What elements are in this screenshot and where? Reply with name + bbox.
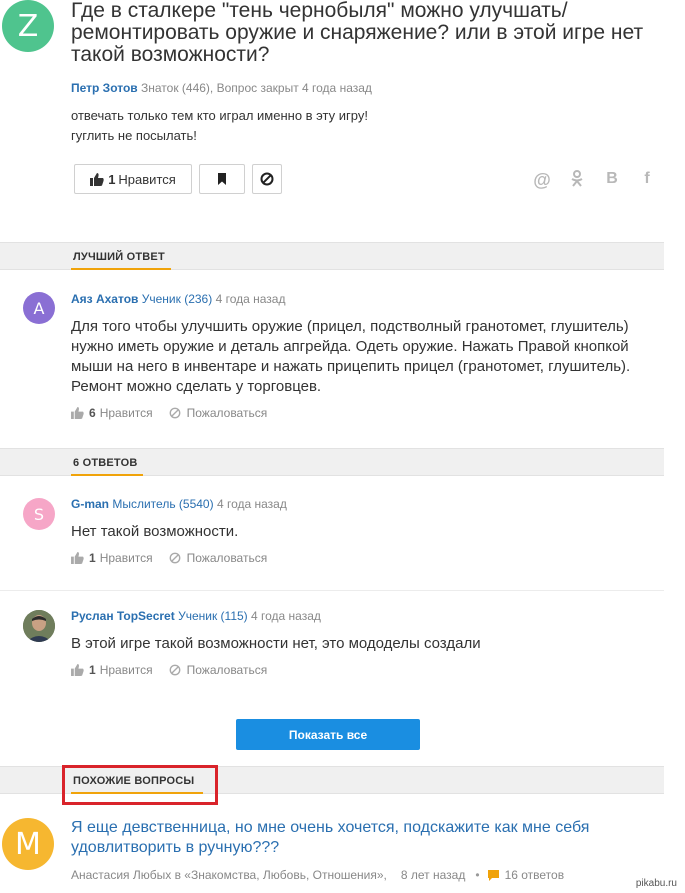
like-label: Нравится (99, 663, 153, 677)
block-icon (260, 172, 274, 186)
like-action[interactable]: 1 Нравится (71, 663, 153, 677)
similar-time: 8 лет назад (400, 868, 466, 882)
question-title: Где в сталкере "тень чернобыля" можно ул… (71, 0, 644, 66)
best-answer-text: Для того чтобы улучшить оружие (прицел, … (71, 318, 631, 395)
question-body-line: гуглить не посылать! (71, 128, 197, 143)
bookmark-icon (218, 173, 226, 185)
answers-count-label: 6 ОТВЕТОВ (73, 457, 138, 469)
answer-time: 4 года назад (251, 609, 321, 623)
answer-text: В этой игре такой возможности нет, это м… (71, 635, 481, 652)
avatar-letter: S (33, 504, 45, 524)
answer-divider (0, 590, 664, 591)
block-icon (169, 407, 181, 419)
similar-question-meta: Анастасия Любых в «Знакомства, Любовь, О… (71, 868, 564, 882)
answer-avatar[interactable]: S (23, 498, 55, 530)
thumbs-up-icon (71, 407, 84, 419)
answer-author-link[interactable]: Аяз Ахатов (71, 292, 138, 306)
like-button[interactable]: 1 Нравится (74, 164, 192, 194)
like-action[interactable]: 6 Нравится (71, 406, 153, 420)
bookmark-button[interactable] (199, 164, 245, 194)
question-body-line: отвечать только тем кто играл именно в э… (71, 108, 368, 123)
answer-meta: G-man Мыслитель (5540) 4 года назад (71, 497, 287, 511)
answer-author-link[interactable]: Руслан TopSecret (71, 609, 175, 623)
similar-question-link[interactable]: Я еще девственница, но мне очень хочется… (71, 818, 631, 858)
highlight-frame (62, 765, 218, 805)
question-author-link[interactable]: Петр Зотов (71, 81, 138, 95)
like-count: 1 (89, 663, 96, 677)
question-meta: Петр Зотов Знаток (446), Вопрос закрыт 4… (71, 81, 372, 95)
like-count: 1 (89, 551, 96, 565)
similar-author-category: Анастасия Любых в «Знакомства, Любовь, О… (71, 868, 387, 882)
share-vk-icon[interactable]: B (603, 170, 621, 188)
thumbs-up-icon (71, 664, 84, 676)
answer-author-link[interactable]: G-man (71, 497, 109, 511)
block-icon (169, 664, 181, 676)
section-underline (71, 474, 143, 476)
like-count: 6 (89, 406, 96, 420)
share-facebook-icon[interactable]: f (638, 170, 656, 188)
report-action[interactable]: Пожаловаться (169, 406, 268, 420)
question-avatar[interactable]: Z (2, 0, 54, 52)
thumbs-up-icon (71, 552, 84, 564)
comment-icon (487, 869, 499, 881)
report-label: Пожаловаться (186, 663, 268, 677)
answer-text: Нет такой возможности. (71, 523, 239, 540)
show-all-button[interactable]: Показать все (236, 719, 420, 750)
answer-author-rank: Ученик (115) (178, 609, 248, 623)
question-status: Вопрос закрыт 4 года назад (216, 81, 372, 95)
share-mail-icon[interactable]: @ (533, 170, 551, 191)
odnoklassniki-icon (571, 170, 583, 187)
bullet: • (475, 868, 480, 882)
block-icon (169, 552, 181, 564)
report-button[interactable] (252, 164, 282, 194)
report-label: Пожаловаться (186, 551, 268, 565)
like-action[interactable]: 1 Нравится (71, 551, 153, 565)
similar-answers-count: 16 ответов (504, 868, 565, 882)
share-odnoklassniki-icon[interactable] (568, 170, 586, 192)
answer-meta: Руслан TopSecret Ученик (115) 4 года наз… (71, 609, 321, 623)
avatar-letter: Z (17, 8, 39, 44)
like-label: Нравится (99, 551, 153, 565)
answer-actions: 1 Нравится Пожаловаться (71, 663, 267, 677)
answer-time: 4 года назад (215, 292, 286, 306)
best-answer-actions: 6 Нравится Пожаловаться (71, 406, 267, 420)
best-answer-avatar[interactable]: A (23, 292, 55, 324)
answer-avatar-photo[interactable] (23, 610, 55, 642)
report-label: Пожаловаться (186, 406, 268, 420)
avatar-letter: A (33, 298, 45, 318)
watermark: pikabu.ru (632, 877, 680, 890)
answer-author-rank: Ученик (236) (141, 292, 213, 306)
like-count: 1 (108, 171, 116, 187)
answer-time: 4 года назад (216, 497, 287, 511)
answer-actions: 1 Нравится Пожаловаться (71, 551, 267, 565)
like-label: Нравится (118, 171, 176, 187)
avatar-letter: M (15, 826, 41, 862)
answer-author-rank: Мыслитель (5540) (112, 497, 214, 511)
question-body: отвечать только тем кто играл именно в э… (71, 106, 368, 146)
report-action[interactable]: Пожаловаться (169, 551, 268, 565)
question-author-rank: Знаток (446), (141, 81, 214, 95)
similar-question-avatar[interactable]: M (2, 818, 54, 870)
best-answer-label: ЛУЧШИЙ ОТВЕТ (73, 251, 165, 263)
report-action[interactable]: Пожаловаться (169, 663, 268, 677)
like-label: Нравится (99, 406, 153, 420)
section-underline (71, 268, 171, 270)
thumbs-up-icon (90, 172, 104, 186)
user-photo-icon (23, 610, 55, 642)
best-answer-meta: Аяз Ахатов Ученик (236) 4 года назад (71, 292, 285, 306)
